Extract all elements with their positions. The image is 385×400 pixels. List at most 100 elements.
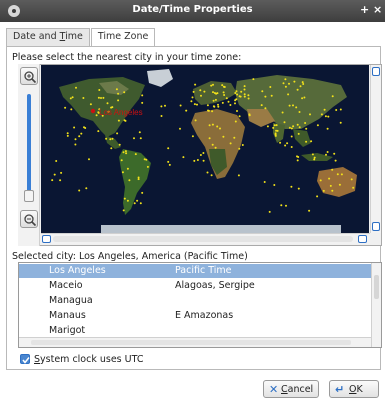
city-dot[interactable] (167, 160, 170, 163)
city-list[interactable]: Los Angeles Pacific Time Maceio Alagoas,… (18, 262, 382, 348)
list-item[interactable]: Manaus E Amazonas (19, 309, 371, 323)
city-dot[interactable] (282, 82, 285, 85)
city-dot[interactable] (339, 121, 342, 124)
ok-button[interactable]: ↵ OK (329, 380, 379, 398)
city-dot[interactable] (210, 84, 213, 87)
city-dot[interactable] (298, 126, 301, 129)
city-dot[interactable] (110, 147, 113, 150)
city-dot[interactable] (326, 127, 329, 130)
city-dot[interactable] (295, 106, 298, 109)
city-dot[interactable] (320, 113, 323, 116)
city-dot[interactable] (313, 156, 316, 159)
city-dot[interactable] (122, 209, 125, 212)
city-dot[interactable] (324, 115, 327, 118)
city-dot[interactable] (59, 179, 62, 182)
close-button[interactable]: × (373, 3, 382, 16)
city-dot[interactable] (191, 135, 194, 138)
city-dot[interactable] (234, 120, 237, 123)
city-dot[interactable] (273, 184, 276, 186)
city-dot[interactable] (328, 177, 331, 180)
scroll-right-icon[interactable] (358, 235, 367, 243)
city-dot[interactable] (261, 90, 264, 93)
city-dot[interactable] (168, 163, 171, 166)
city-dot[interactable] (211, 110, 214, 113)
list-item[interactable]: Managua (19, 294, 371, 308)
city-dot[interactable] (214, 146, 217, 149)
city-dot[interactable] (325, 153, 327, 156)
city-dot[interactable] (331, 189, 334, 192)
city-dot[interactable] (270, 94, 273, 97)
city-dot[interactable] (285, 204, 287, 207)
city-dot[interactable] (55, 160, 58, 162)
city-dot[interactable] (82, 97, 85, 99)
city-dot[interactable] (287, 93, 290, 96)
city-dot[interactable] (247, 97, 250, 100)
city-dot[interactable] (97, 96, 100, 99)
city-dot[interactable] (235, 90, 238, 93)
city-dot[interactable] (208, 137, 211, 140)
city-dot[interactable] (326, 151, 329, 153)
city-dot[interactable] (109, 138, 112, 141)
utc-checkbox-label[interactable]: System clock uses UTC (34, 354, 143, 365)
city-dot[interactable] (311, 153, 314, 156)
city-dot[interactable] (98, 89, 101, 91)
city-dot[interactable] (123, 197, 126, 200)
city-dot[interactable] (143, 158, 146, 161)
zoom-slider-track[interactable] (27, 94, 31, 194)
city-dot[interactable] (338, 183, 341, 186)
city-dot[interactable] (207, 109, 210, 112)
city-dot[interactable] (216, 125, 219, 128)
city-dot[interactable] (299, 85, 302, 88)
city-dot[interactable] (202, 152, 205, 154)
city-dot[interactable] (281, 111, 284, 114)
city-dot[interactable] (164, 104, 166, 107)
city-dot[interactable] (279, 141, 282, 144)
city-dot[interactable] (225, 97, 228, 100)
list-item[interactable]: Los Angeles Pacific Time (19, 264, 371, 278)
city-dot[interactable] (334, 159, 337, 162)
city-dot[interactable] (125, 152, 128, 155)
city-dot[interactable] (217, 103, 219, 106)
city-dot[interactable] (329, 184, 332, 187)
scroll-left-icon[interactable] (42, 235, 51, 243)
city-dot[interactable] (126, 199, 129, 202)
city-dot[interactable] (263, 181, 266, 183)
city-dot[interactable] (167, 147, 170, 150)
city-dot[interactable] (333, 152, 336, 155)
city-dot[interactable] (293, 80, 296, 83)
city-dot[interactable] (336, 173, 339, 176)
city-dot[interactable] (134, 153, 137, 156)
tab-date-and-time[interactable]: Date and Time (6, 28, 90, 46)
city-dot[interactable] (120, 159, 123, 162)
city-dot[interactable] (296, 123, 299, 126)
city-dot[interactable] (221, 84, 224, 87)
city-dot[interactable] (340, 173, 343, 176)
city-dot[interactable] (193, 103, 196, 106)
city-dot[interactable] (290, 135, 293, 138)
city-dot[interactable] (74, 138, 77, 141)
world-map[interactable]: Los Angeles (41, 65, 369, 233)
city-dot[interactable] (229, 142, 232, 145)
city-dot[interactable] (264, 107, 267, 110)
city-dot[interactable] (160, 105, 163, 108)
city-dot[interactable] (283, 121, 286, 124)
city-dot[interactable] (303, 96, 306, 99)
city-dot[interactable] (322, 189, 325, 192)
city-dot[interactable] (83, 126, 85, 129)
city-dot[interactable] (106, 102, 109, 105)
city-dot[interactable] (236, 110, 238, 112)
city-dot[interactable] (280, 204, 283, 207)
city-dot[interactable] (331, 95, 334, 98)
city-dot[interactable] (139, 137, 142, 140)
city-dot[interactable] (121, 171, 124, 174)
city-dot[interactable] (185, 109, 188, 112)
city-dot[interactable] (212, 99, 215, 102)
city-dot[interactable] (139, 202, 142, 205)
city-dot[interactable] (217, 105, 220, 108)
city-dot[interactable] (296, 159, 299, 162)
city-dot[interactable] (64, 106, 67, 109)
city-dot[interactable] (316, 195, 319, 198)
scroll-down-icon[interactable] (372, 222, 380, 231)
maximize-button[interactable]: + (360, 3, 369, 16)
city-dot[interactable] (301, 81, 304, 84)
